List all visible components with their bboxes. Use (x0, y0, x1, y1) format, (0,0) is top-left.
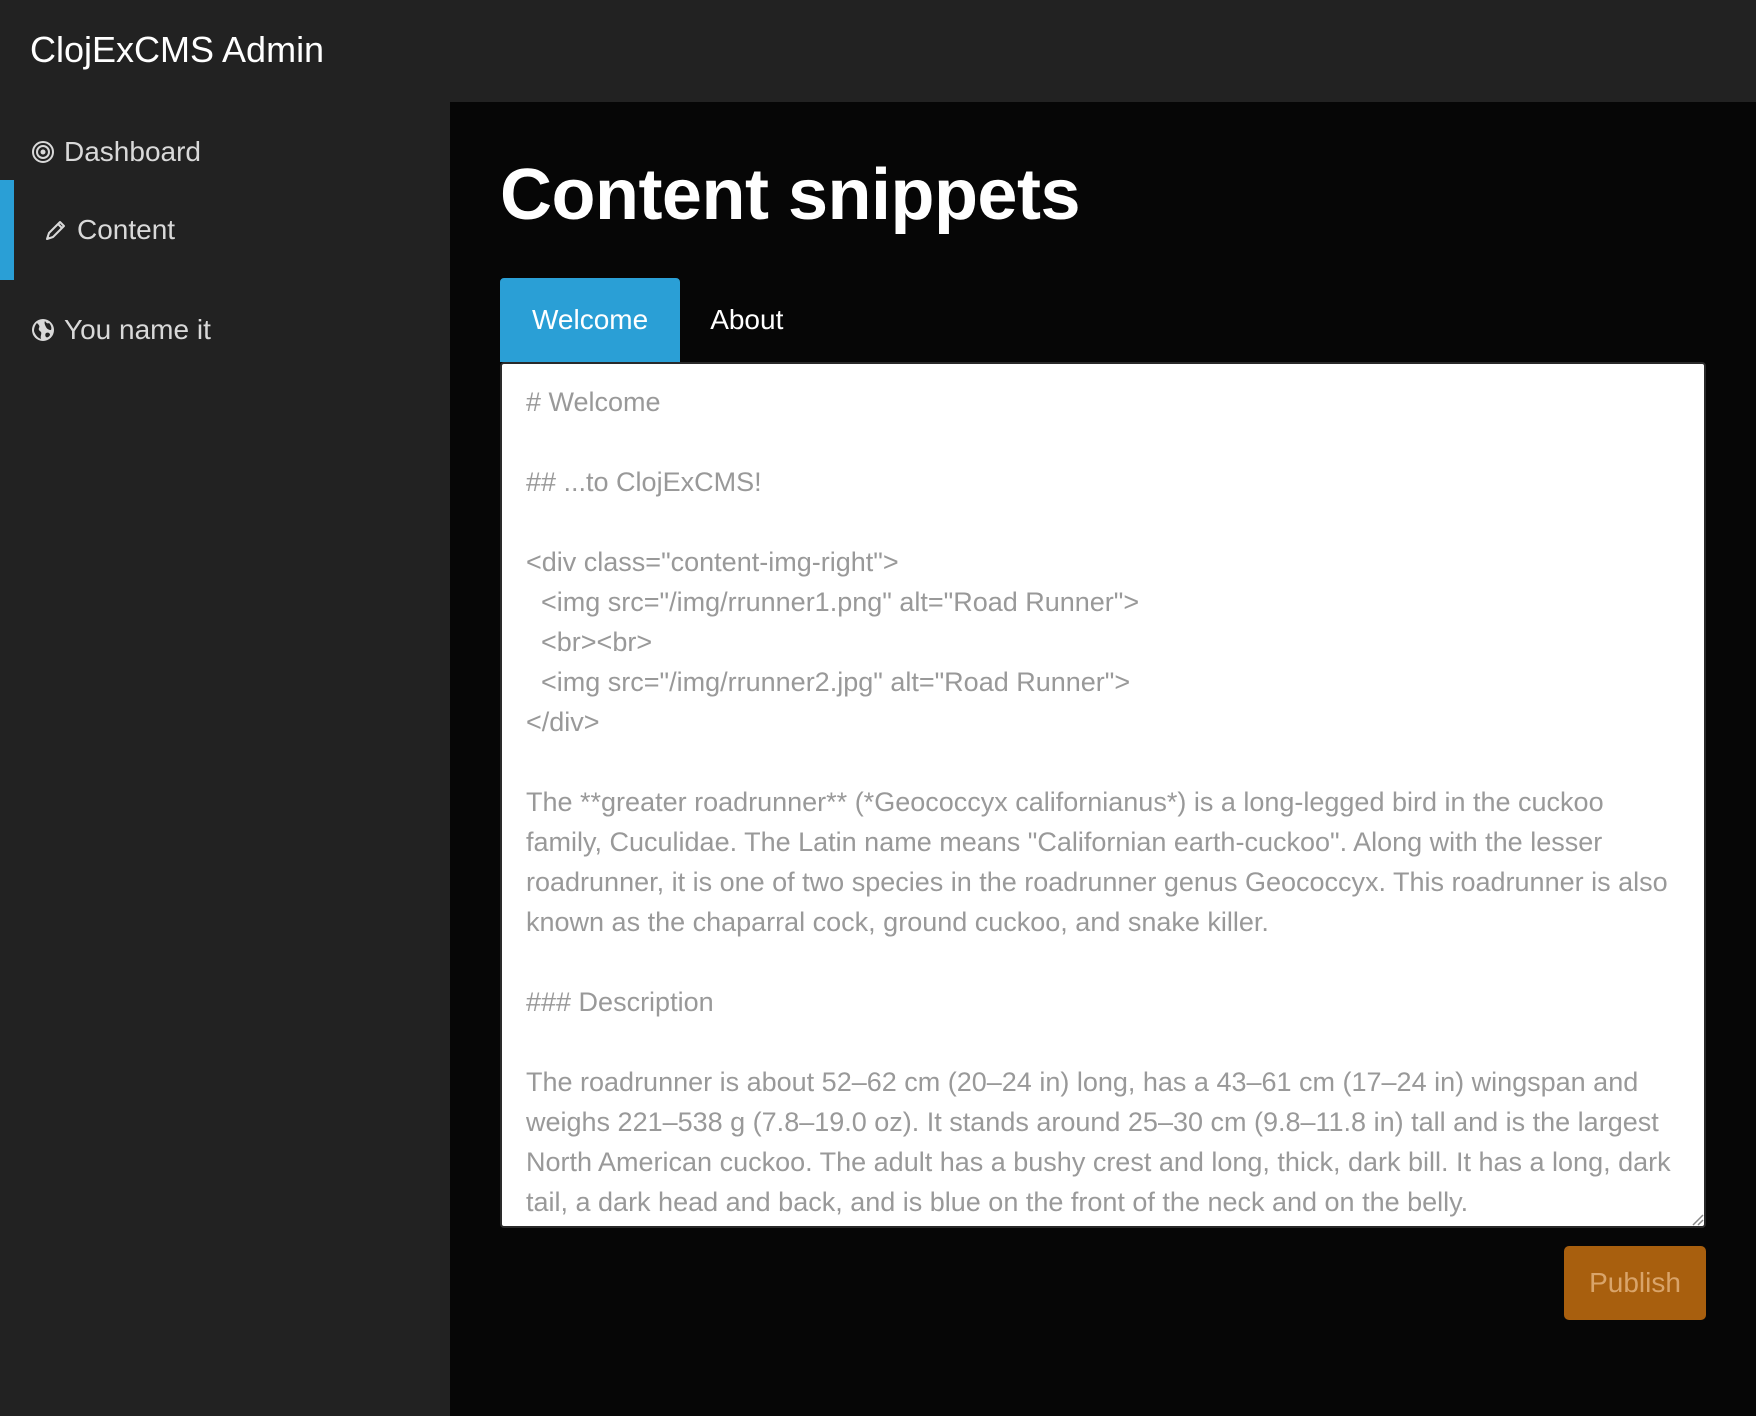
sidebar-item-label: Dashboard (64, 136, 201, 167)
top-navbar: ClojExCMS Admin (0, 0, 1756, 102)
page-title: Content snippets (500, 155, 1081, 235)
tab-welcome[interactable]: Welcome (500, 278, 681, 362)
resize-handle-icon[interactable] (1690, 1212, 1704, 1226)
pencil-icon (43, 217, 69, 243)
snippet-editor[interactable]: # Welcome ## ...to ClojExCMS! <div class… (500, 362, 1706, 1228)
main-content: Content snippets Welcome About # Welcome… (450, 102, 1756, 1416)
sidebar: Dashboard Content You name it (0, 102, 450, 1416)
sidebar-item-label: You name it (64, 314, 211, 345)
sidebar-item-label: Content (77, 214, 176, 245)
target-icon (30, 139, 56, 165)
app-brand[interactable]: ClojExCMS Admin (30, 26, 324, 74)
sidebar-item-you-name-it[interactable]: You name it (0, 280, 450, 380)
snippet-tabs: Welcome About (500, 278, 813, 362)
tab-about[interactable]: About (680, 278, 813, 362)
publish-button[interactable]: Publish (1564, 1246, 1706, 1320)
sidebar-item-content[interactable]: Content (0, 180, 450, 280)
globe-icon (30, 317, 56, 343)
